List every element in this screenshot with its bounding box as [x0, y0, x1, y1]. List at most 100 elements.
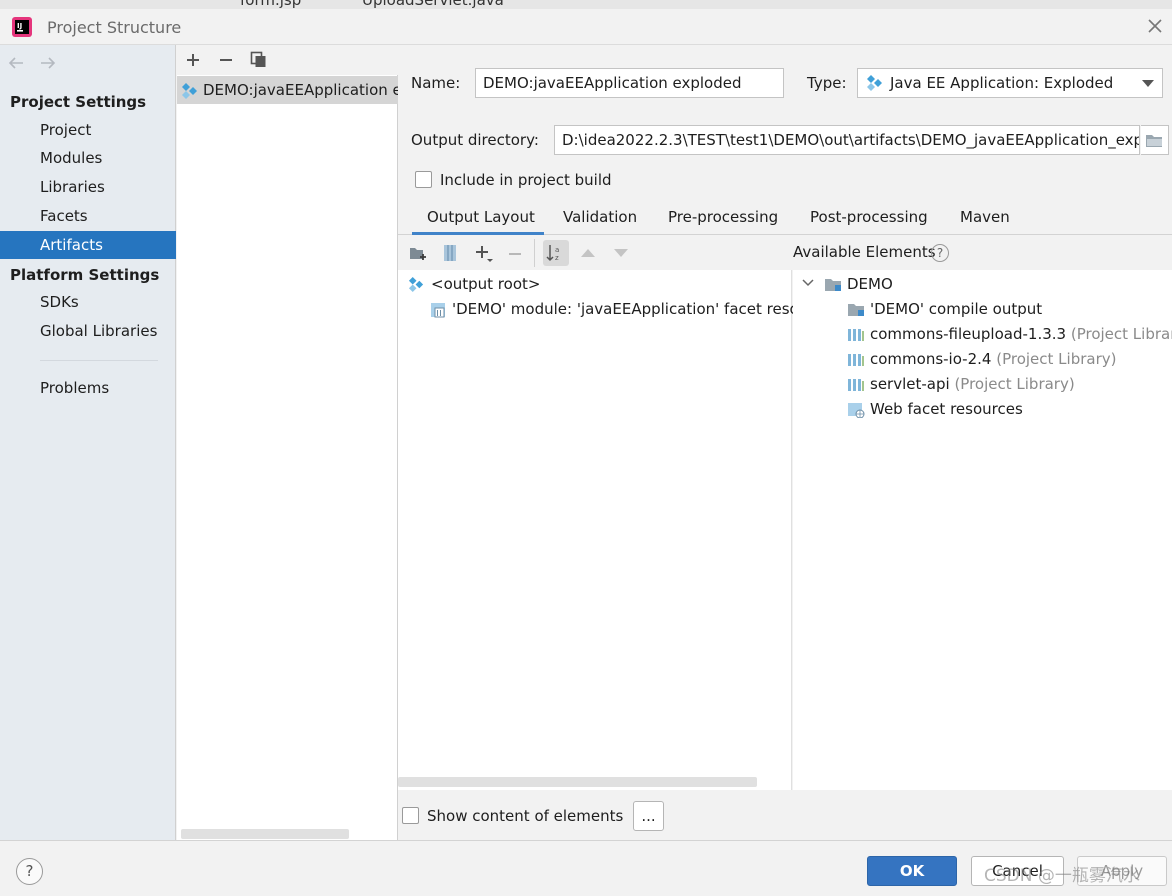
- add-copy-icon[interactable]: [475, 245, 493, 263]
- available-item-web-facet[interactable]: Web facet resources: [847, 398, 1023, 420]
- tab-post-processing[interactable]: Post-processing: [810, 208, 928, 226]
- add-icon[interactable]: [186, 53, 200, 67]
- svg-text:a: a: [555, 246, 559, 254]
- back-arrow-icon[interactable]: [7, 55, 25, 71]
- remove-element-icon[interactable]: [508, 247, 522, 261]
- type-label: Type:: [807, 74, 847, 92]
- svg-text:IJ: IJ: [17, 22, 22, 30]
- available-item-commons-io[interactable]: commons-io-2.4 (Project Library): [847, 348, 1116, 370]
- available-item-label: commons-fileupload-1.3.3: [870, 325, 1067, 343]
- sidebar-item-modules[interactable]: Modules: [0, 144, 176, 172]
- artifact-root-icon: [408, 276, 425, 293]
- project-settings-header: Project Settings: [10, 93, 147, 111]
- editor-tab-uploadservlet[interactable]: UploadServlet.java: [362, 0, 504, 9]
- available-elements-title: Available Elements: [793, 243, 936, 261]
- tab-validation[interactable]: Validation: [563, 208, 637, 226]
- platform-settings-header: Platform Settings: [10, 266, 160, 284]
- tree-output-root[interactable]: <output root>: [408, 273, 540, 295]
- editor-tab-form-jsp[interactable]: form.jsp: [240, 0, 301, 9]
- layout-hscrollbar[interactable]: [398, 777, 757, 787]
- available-item-label: commons-io-2.4: [870, 350, 992, 368]
- window-title: Project Structure: [47, 18, 182, 37]
- available-item-fileupload[interactable]: commons-fileupload-1.3.3 (Project Librar…: [847, 323, 1172, 345]
- tab-output-layout[interactable]: Output Layout: [427, 208, 535, 226]
- tree-facet-resources[interactable]: 'DEMO' module: 'javaEEApplication' facet…: [430, 298, 839, 320]
- sidebar-item-facets[interactable]: Facets: [0, 202, 176, 230]
- sidebar-item-libraries[interactable]: Libraries: [0, 173, 176, 201]
- sort-alphabetically-icon: az: [546, 244, 566, 262]
- show-content-label: Show content of elements: [427, 807, 624, 825]
- type-dropdown-value: Java EE Application: Exploded: [890, 74, 1114, 92]
- show-content-checkbox[interactable]: [402, 807, 419, 824]
- output-directory-label: Output directory:: [411, 131, 539, 149]
- help-button[interactable]: ?: [16, 858, 43, 885]
- available-module-label: DEMO: [847, 275, 893, 293]
- sidebar-item-sdks[interactable]: SDKs: [0, 288, 176, 316]
- tree-output-root-label: <output root>: [431, 275, 541, 293]
- tab-pre-processing[interactable]: Pre-processing: [668, 208, 778, 226]
- move-down-icon[interactable]: [614, 249, 628, 257]
- name-label: Name:: [411, 74, 461, 92]
- editor-tab-strip: form.jsp UploadServlet.java: [0, 0, 1172, 9]
- artifact-ear-icon: [181, 82, 199, 100]
- settings-sidebar: Project Settings Project Modules Librari…: [0, 45, 176, 840]
- browse-folder-button[interactable]: [1141, 125, 1169, 155]
- tab-maven[interactable]: Maven: [960, 208, 1010, 226]
- remove-icon[interactable]: [219, 53, 233, 67]
- library-icon: [847, 352, 865, 367]
- available-elements-tree: DEMO 'DEMO' compile output commons-fileu…: [793, 270, 1172, 790]
- forward-arrow-icon[interactable]: [39, 55, 57, 71]
- sidebar-item-global-libraries[interactable]: Global Libraries: [0, 317, 176, 345]
- output-directory-field[interactable]: D:\idea2022.2.3\TEST\test1\DEMO\out\arti…: [554, 125, 1140, 155]
- include-in-build-label: Include in project build: [440, 171, 612, 189]
- artifact-item-demo-exploded[interactable]: DEMO:javaEEApplication exploded: [177, 76, 398, 104]
- include-in-build-checkbox[interactable]: [415, 171, 432, 188]
- output-layout-tree: <output root> 'DEMO' module: 'javaEEAppl…: [398, 270, 839, 790]
- toolbar-separator: [534, 239, 535, 267]
- dialog-footer: ? OK Cancel Apply CSDN @一瓶雾汽水: [0, 840, 1172, 896]
- available-item-suffix: (Project Library): [1070, 325, 1172, 343]
- show-content-options-button[interactable]: ...: [633, 801, 664, 831]
- available-item-compile-output[interactable]: 'DEMO' compile output: [847, 298, 1042, 320]
- library-icon: [847, 377, 865, 392]
- compile-output-folder-icon: [847, 302, 865, 317]
- name-field[interactable]: DEMO:javaEEApplication exploded: [475, 68, 784, 98]
- facet-resources-icon: [430, 302, 446, 318]
- move-up-icon[interactable]: [581, 249, 595, 257]
- copy-icon[interactable]: [250, 51, 267, 68]
- sidebar-item-problems[interactable]: Problems: [0, 374, 176, 402]
- sidebar-divider: [40, 360, 158, 361]
- available-item-servlet-api[interactable]: servlet-api (Project Library): [847, 373, 1075, 395]
- artifact-tabs: Output Layout Validation Pre-processing …: [398, 201, 1172, 235]
- intellij-logo-icon: IJ: [12, 17, 32, 37]
- library-icon: [847, 327, 865, 342]
- output-directory-value: D:\idea2022.2.3\TEST\test1\DEMO\out\arti…: [562, 131, 1140, 149]
- available-item-suffix: (Project Library): [954, 375, 1075, 393]
- folder-icon: [1145, 133, 1163, 148]
- tree-facet-resources-label: 'DEMO' module: 'javaEEApplication' facet…: [452, 300, 840, 318]
- artifact-item-label: DEMO:javaEEApplication exploded: [203, 81, 398, 99]
- csdn-watermark: CSDN @一瓶雾汽水: [984, 866, 1140, 886]
- svg-text:z: z: [555, 254, 559, 262]
- sort-toggle-button[interactable]: az: [543, 240, 569, 266]
- available-module-demo[interactable]: DEMO: [824, 273, 893, 295]
- chevron-down-icon: [1142, 80, 1154, 88]
- available-help-icon[interactable]: ?: [931, 244, 949, 262]
- available-item-suffix: (Project Library): [996, 350, 1117, 368]
- expand-chevron-icon[interactable]: [802, 279, 814, 287]
- output-layout-toolbar: az: [398, 236, 792, 270]
- artifact-details-panel: Name: DEMO:javaEEApplication exploded Ty…: [398, 45, 1172, 840]
- available-item-label: 'DEMO' compile output: [870, 300, 1043, 318]
- create-archive-icon[interactable]: [443, 244, 457, 262]
- artifacts-hscrollbar[interactable]: [181, 829, 349, 839]
- new-directory-icon[interactable]: [409, 246, 427, 261]
- title-bar: IJ Project Structure: [0, 9, 1172, 45]
- artifacts-toolbar: [177, 45, 398, 75]
- artifact-type-icon: [866, 74, 884, 92]
- sidebar-item-project[interactable]: Project: [0, 116, 176, 144]
- active-tab-indicator: [412, 232, 544, 235]
- sidebar-item-artifacts[interactable]: Artifacts: [0, 231, 176, 259]
- ok-button[interactable]: OK: [867, 856, 957, 886]
- type-dropdown[interactable]: Java EE Application: Exploded: [857, 68, 1163, 98]
- close-icon[interactable]: [1147, 18, 1163, 34]
